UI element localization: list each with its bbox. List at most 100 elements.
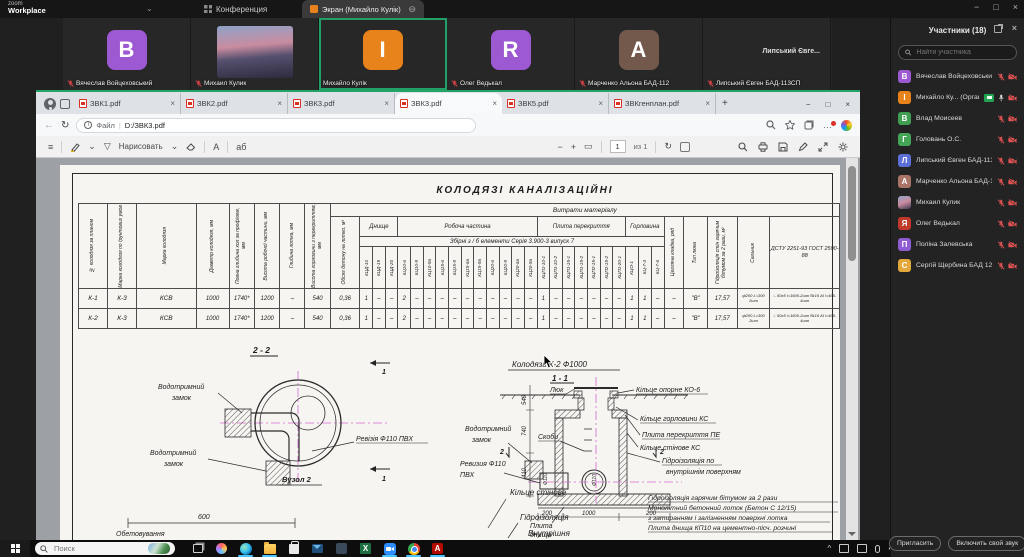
print-icon[interactable]	[758, 142, 768, 152]
chevron-down-icon[interactable]: ⌄	[171, 141, 179, 152]
fit-width-icon[interactable]: ▭	[584, 141, 593, 152]
search-icon[interactable]	[766, 120, 776, 130]
tab-close-icon[interactable]: ×	[492, 99, 497, 108]
task-view-icon[interactable]	[191, 542, 204, 555]
participant-row[interactable]: С Сергій Щербина БАД 122	[891, 255, 1024, 276]
participant-row[interactable]: Я Олег Ведькал	[891, 213, 1024, 234]
edge-icon[interactable]	[239, 542, 252, 555]
video-tile[interactable]: Михаил Кулик	[191, 18, 319, 90]
read-aloud-icon[interactable]: аб	[236, 142, 246, 152]
excel-icon[interactable]: X	[359, 542, 372, 555]
collapse-icon[interactable]: ⊖	[408, 4, 416, 15]
highlighter-icon[interactable]	[70, 142, 80, 152]
participant-row[interactable]: В Вячеслав Войцеховський (Я)	[891, 66, 1024, 87]
fullscreen-icon[interactable]	[818, 142, 828, 152]
start-button[interactable]	[0, 540, 30, 557]
participant-row[interactable]: Г Головань О.С.	[891, 129, 1024, 150]
invite-button[interactable]: Пригласить	[889, 536, 941, 551]
edit-icon[interactable]	[798, 142, 808, 152]
video-tile[interactable]: A Марченко Альона БАД-112	[575, 18, 703, 90]
scrollbar-thumb[interactable]	[848, 166, 856, 261]
zoom-app-icon[interactable]	[383, 542, 396, 555]
tab-shared-screen[interactable]: Экран (Михайло Кулік) ⊖	[302, 0, 424, 18]
onedrive-tray-icon[interactable]	[857, 544, 867, 553]
mail-icon[interactable]	[311, 542, 324, 555]
taskbar-search[interactable]	[35, 542, 175, 555]
url-field[interactable]: i Файл | D:/ЗВК3.pdf	[76, 118, 476, 133]
pdf-content-area[interactable]: КОЛОДЯЗІ КАНАЛІЗАЦІЙНІ № колодязя за пла…	[36, 158, 860, 542]
hidden-icons-chevron[interactable]: ^	[828, 544, 832, 553]
participant-row[interactable]: І Михайло Ку... (Организатор	[891, 87, 1024, 108]
video-tile[interactable]: B Вячеслав Войцеховський	[63, 18, 191, 90]
back-icon[interactable]: ←	[44, 120, 54, 131]
popout-icon[interactable]	[994, 25, 1002, 33]
tab-conference[interactable]: Конференция	[196, 0, 275, 18]
browser-close-button[interactable]: ×	[845, 100, 850, 109]
participant-search-input[interactable]	[914, 48, 1010, 57]
zoom-in-icon[interactable]: +	[571, 142, 576, 152]
page-view-icon[interactable]	[680, 142, 690, 152]
new-tab-button[interactable]: +	[722, 98, 728, 109]
tab-close-icon[interactable]: ×	[705, 99, 710, 108]
browser-minimize-button[interactable]: −	[806, 100, 811, 109]
scrollbar-down-arrow[interactable]	[848, 532, 856, 540]
add-text-icon[interactable]: A	[213, 142, 219, 152]
tab-search-icon[interactable]	[60, 99, 70, 109]
participant-row[interactable]: В Влад Моисеев	[891, 108, 1024, 129]
search-document-icon[interactable]	[738, 142, 748, 152]
browser-tab[interactable]: ЗВКгенплан.pdf ×	[609, 93, 716, 114]
video-tile[interactable]: R Олег Ведькал	[447, 18, 575, 90]
chevron-down-icon[interactable]: ⌄	[88, 141, 96, 152]
acrobat-icon[interactable]: A	[431, 542, 444, 555]
pdf-scrollbar[interactable]	[846, 158, 858, 542]
draw-icon[interactable]: ▽	[104, 141, 111, 152]
save-icon[interactable]	[778, 142, 788, 152]
weather-widget-icon[interactable]	[148, 543, 170, 554]
browser-maximize-button[interactable]: □	[825, 100, 830, 109]
minimize-button[interactable]: −	[974, 2, 979, 12]
taskbar-search-input[interactable]	[52, 543, 140, 554]
chevron-down-icon[interactable]: ⌄	[146, 4, 153, 13]
copilot-icon[interactable]	[215, 542, 228, 555]
tab-close-icon[interactable]: ×	[384, 99, 389, 108]
eraser-icon[interactable]	[186, 142, 196, 151]
mic-tray-icon[interactable]	[875, 545, 880, 553]
video-tile[interactable]: I Михайло Кулік	[319, 18, 447, 90]
info-icon[interactable]: i	[84, 121, 92, 129]
panel-close-icon[interactable]: ×	[1012, 23, 1017, 33]
copilot-icon[interactable]	[841, 120, 852, 131]
participant-row[interactable]: А Марченко Альона БАД-112	[891, 171, 1024, 192]
toc-icon[interactable]: ≡	[48, 142, 53, 152]
rotate-icon[interactable]: ↻	[664, 141, 672, 152]
maximize-button[interactable]: □	[993, 2, 998, 12]
chrome-icon[interactable]	[407, 542, 420, 555]
tab-close-icon[interactable]: ×	[170, 99, 175, 108]
tab-close-icon[interactable]: ×	[598, 99, 603, 108]
gear-icon[interactable]	[838, 142, 848, 152]
participant-row[interactable]: Михаил Кулик	[891, 192, 1024, 213]
zoom-out-icon[interactable]: −	[558, 142, 563, 152]
browser-tab[interactable]: ЗВК1.pdf ×	[74, 93, 181, 114]
display-tray-icon[interactable]	[839, 544, 849, 553]
store-icon[interactable]	[287, 542, 300, 555]
browser-tab[interactable]: ЗВК5.pdf ×	[502, 93, 609, 114]
app-icon[interactable]	[335, 542, 348, 555]
collections-icon[interactable]	[804, 120, 814, 130]
unmute-button[interactable]: Включить свой звук	[948, 536, 1024, 551]
profile-icon[interactable]	[44, 98, 56, 110]
more-menu-icon[interactable]: …	[823, 123, 832, 127]
participant-search[interactable]	[898, 45, 1017, 60]
page-number-input[interactable]	[610, 140, 626, 153]
browser-tab[interactable]: ЗВК2.pdf ×	[181, 93, 288, 114]
browser-tab[interactable]: ЗВК3.pdf ×	[395, 93, 502, 114]
draw-label[interactable]: Нарисовать	[119, 142, 163, 151]
video-tile[interactable]: Липський Євге... Липський Євген БАД-113С…	[703, 18, 831, 90]
file-explorer-icon[interactable]	[263, 542, 276, 555]
browser-tab[interactable]: ЗВК3.pdf ×	[288, 93, 395, 114]
favorites-star-icon[interactable]	[785, 120, 795, 130]
participant-row[interactable]: П Поліна Залевська	[891, 234, 1024, 255]
refresh-icon[interactable]: ↻	[61, 120, 69, 131]
tab-close-icon[interactable]: ×	[277, 99, 282, 108]
close-button[interactable]: ×	[1013, 2, 1018, 12]
participant-row[interactable]: Л Липський Євген БАД-113СП	[891, 150, 1024, 171]
